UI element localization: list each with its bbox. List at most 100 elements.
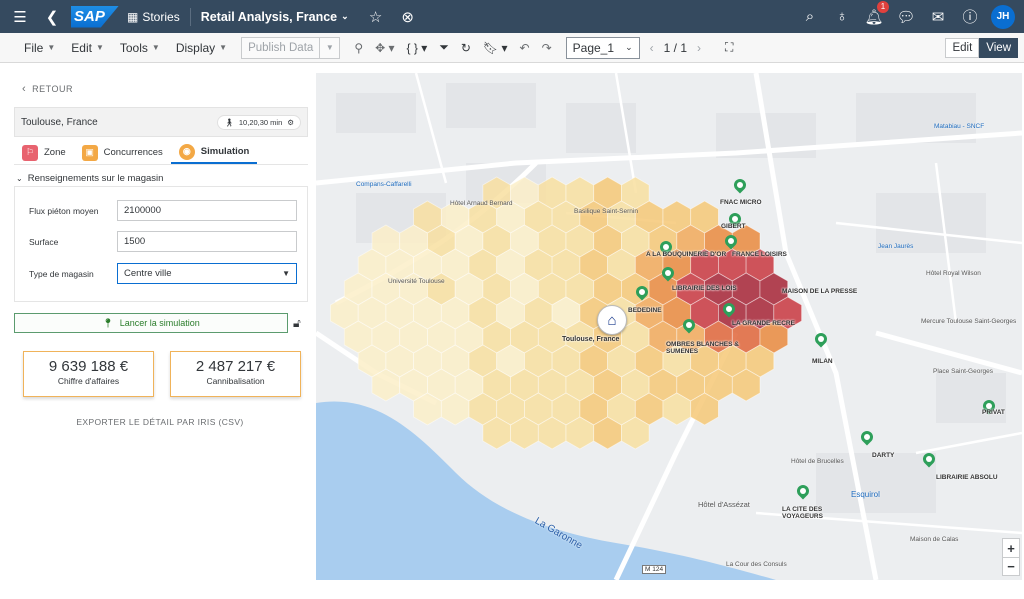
flux-input[interactable]: 2100000 — [117, 200, 297, 221]
store-type-label: Type de magasin — [29, 268, 94, 279]
tab-concurrences[interactable]: ▣ Concurrences — [74, 141, 171, 164]
surface-row: Surface 1500 — [29, 231, 299, 252]
store-type-select[interactable]: Centre ville ▼ — [117, 263, 297, 284]
next-page-icon[interactable]: › — [697, 41, 701, 55]
competitor-pin[interactable] — [858, 428, 876, 449]
gear-icon[interactable]: ⚙ — [287, 118, 294, 127]
competitor-pin[interactable] — [812, 330, 830, 351]
competitor-label: FNAC MICRO — [720, 199, 762, 206]
search-icon[interactable]: ⌕ — [799, 6, 821, 28]
story-title-dropdown[interactable]: Retail Analysis, France ⌄ — [201, 10, 349, 24]
kpi-cannibalisation-value: 2 487 217 € — [195, 358, 276, 375]
publish-data-button[interactable]: Publish Data ▼ — [241, 36, 341, 59]
toolbar: File ▼ Edit ▼ Tools ▼ Display ▼ Publish Data… — [0, 33, 1024, 63]
refresh-icon[interactable]: ↻ — [455, 37, 477, 59]
surface-label: Surface — [29, 236, 59, 247]
chevron-down-icon: ⌄ — [341, 11, 349, 21]
page-selector[interactable]: Page_1 ⌄ — [565, 36, 640, 59]
dropdown-arrow-icon: ▼ — [282, 269, 290, 278]
tab-zone[interactable]: ⚐ Zone — [14, 141, 74, 164]
label-cour-consuls: La Cour des Consuls — [726, 561, 787, 568]
menu-tools[interactable]: Tools ▼ — [112, 41, 168, 55]
menu-file[interactable]: File ▼ — [16, 41, 63, 55]
simulation-panel: ‹ RETOUR Toulouse, France 🚶︎ 10,20,30 mi… — [10, 73, 310, 580]
zoom-controls: + − — [1002, 538, 1020, 576]
move-icon[interactable]: ✥ ▾ — [369, 37, 400, 59]
competitor-pin[interactable] — [920, 450, 938, 471]
help-icon[interactable]: ⓘ — [959, 6, 981, 28]
competitor-pin[interactable] — [633, 283, 651, 304]
section-header[interactable]: ⌄ Renseignements sur le magasin — [16, 173, 163, 184]
kpi-revenue-value: 9 639 188 € — [48, 358, 129, 375]
chat-icon[interactable]: 💬︎ — [895, 6, 917, 28]
feedback-icon[interactable]: ✉ — [927, 6, 949, 28]
chevron-down-icon: ▼ — [47, 43, 56, 52]
competitor-label: LIBRAIRIE ABSOLU — [936, 474, 998, 481]
prev-page-icon[interactable]: ‹ — [650, 41, 654, 55]
zone-icon: ⚐ — [22, 144, 38, 161]
travel-time-chip[interactable]: 🚶︎ 10,20,30 min ⚙ — [217, 114, 301, 130]
store-icon[interactable]: ⌂ — [597, 305, 627, 335]
label-royal-wilson: Hôtel Royal Wilson — [926, 270, 981, 277]
competitor-label: MAISON DE LA PRESSE — [782, 288, 858, 295]
surface-input[interactable]: 1500 — [117, 231, 297, 252]
edit-mode-button[interactable]: Edit — [945, 37, 980, 58]
label-place-saint-georges: Place Saint-Georges — [933, 368, 993, 375]
label-matabiau: Matabiau - SNCF — [934, 123, 985, 130]
filter-funnel-disabled-icon[interactable]: ⚲ — [348, 37, 369, 59]
lightbulb-icon[interactable]: ♁ — [831, 6, 853, 28]
back-link[interactable]: ‹ RETOUR — [22, 83, 73, 95]
notification-badge: 1 — [877, 0, 889, 13]
label-road: M 124 — [642, 565, 667, 574]
competitor-pin[interactable] — [680, 316, 698, 337]
back-icon[interactable]: ❮ — [41, 6, 63, 28]
store-form: Flux piéton moyen 2100000 Surface 1500 T… — [14, 186, 308, 302]
label-arnaud-bernard: Hôtel Arnaud Bernard — [450, 200, 513, 207]
simulation-icon: ◉ — [178, 143, 195, 160]
zoom-in-button[interactable]: + — [1003, 539, 1019, 557]
undo-icon[interactable]: ↶ — [514, 37, 536, 59]
fullscreen-icon[interactable]: ⛶ — [725, 40, 733, 55]
close-circle-icon[interactable]: ⊗ — [397, 6, 419, 28]
competitor-label: LA GRANDE RECRE — [732, 320, 795, 327]
export-csv-link[interactable]: EXPORTER LE DÉTAIL PAR IRIS (CSV) — [10, 417, 310, 427]
menu-edit[interactable]: Edit ▼ — [63, 41, 112, 55]
chevron-down-icon: ▼ — [95, 43, 104, 52]
hamburger-menu-icon[interactable]: ☰ — [9, 6, 31, 28]
competitor-label: PRIVAT — [982, 409, 1005, 416]
lock-icon[interactable]: 🔓︎ — [293, 316, 301, 331]
location-name: Toulouse, France — [21, 116, 98, 128]
competitor-pin[interactable] — [659, 264, 677, 285]
menu-display[interactable]: Display ▼ — [168, 41, 235, 55]
label-esquirol: Esquirol — [851, 490, 880, 499]
stories-link[interactable]: ▦ Stories — [127, 10, 180, 24]
label-brucelles: Hôtel de Brucelles — [791, 458, 844, 465]
label-compans: Compans-Caffarelli — [356, 181, 412, 188]
competitor-label: FRANCE LOISIRS — [732, 251, 787, 258]
store-type-row: Type de magasin Centre ville ▼ — [29, 263, 299, 284]
zoom-out-button[interactable]: − — [1003, 557, 1019, 575]
bookmark-icon[interactable]: 🔖︎ ▾ — [477, 37, 514, 59]
sap-logo[interactable]: SAP — [71, 5, 119, 28]
tab-simulation[interactable]: ◉ Simulation — [170, 141, 258, 164]
filter-icon[interactable]: ⏷ — [433, 37, 455, 59]
stories-icon: ▦ — [127, 9, 139, 24]
chevron-down-icon: ▼ — [151, 43, 160, 52]
competitor-label: LIBRAIRIE DES LOIS — [672, 285, 737, 292]
panel-tabs: ⚐ Zone ▣ Concurrences ◉ Simulation — [14, 141, 308, 165]
notification-bell-icon[interactable]: 🔔︎ 1 — [863, 0, 889, 28]
location-box: Toulouse, France 🚶︎ 10,20,30 min ⚙ — [14, 107, 308, 137]
avatar[interactable]: JH — [991, 4, 1015, 29]
competitor-pin[interactable] — [794, 482, 812, 503]
launch-simulation-button[interactable]: 📍︎ Lancer la simulation — [14, 313, 288, 333]
redo-icon[interactable]: ↷ — [536, 37, 558, 59]
formula-icon[interactable]: { } ▾ — [401, 37, 434, 59]
competitor-label: MILAN — [812, 358, 833, 365]
competitor-pin[interactable] — [731, 176, 749, 197]
competitor-label: DARTY — [872, 452, 895, 459]
competitor-pin[interactable] — [720, 300, 738, 321]
pager: ‹ 1 / 1 › ⛶ — [649, 40, 734, 55]
map-view[interactable]: Compans-Caffarelli Basilique Saint-Serni… — [316, 73, 1022, 580]
view-mode-button[interactable]: View — [979, 37, 1018, 58]
favorite-star-icon[interactable]: ☆ — [365, 6, 387, 28]
